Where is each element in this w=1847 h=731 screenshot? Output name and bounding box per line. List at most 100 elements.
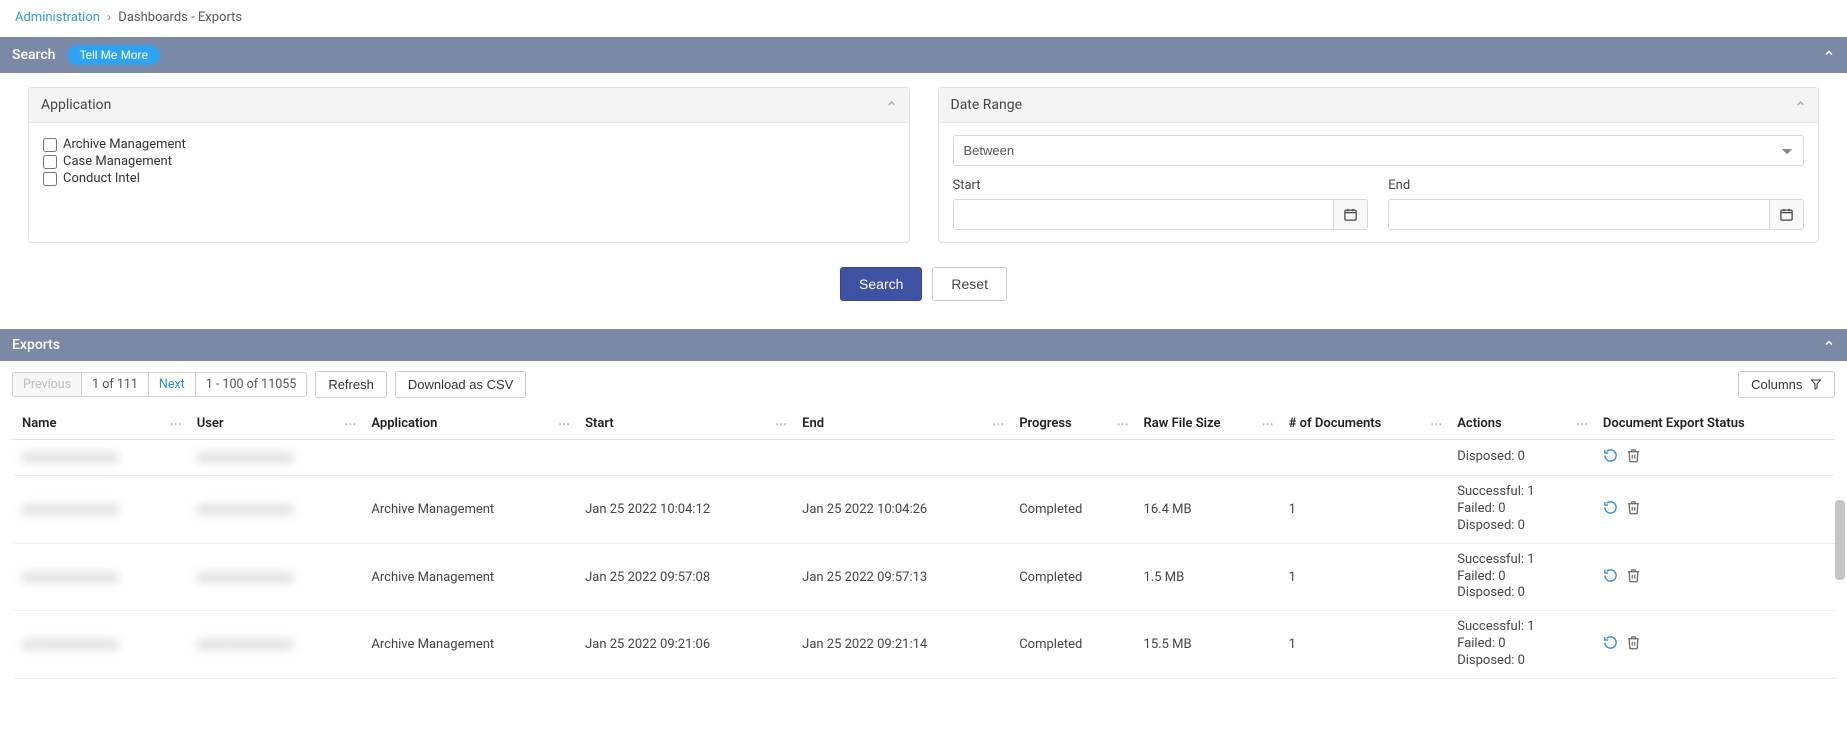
calendar-icon — [1343, 207, 1358, 222]
column-menu-icon[interactable]: ⋯ — [344, 417, 357, 431]
table-row: xxxxxxxxxxxxxxxxxxxxxxxxxxxxxxDisposed: … — [12, 440, 1835, 476]
download-csv-button[interactable]: Download as CSV — [395, 371, 527, 398]
delete-button[interactable] — [1626, 568, 1641, 587]
calendar-icon — [1779, 207, 1794, 222]
application-panel-title: Application — [41, 97, 111, 113]
cell-docs: 1 — [1279, 476, 1448, 544]
cell-end: Jan 25 2022 09:57:13 — [792, 543, 1009, 611]
cell-name: xxxxxxxxxxxxxxx — [12, 476, 187, 544]
column-menu-icon[interactable]: ⋯ — [1576, 417, 1589, 431]
column-menu-icon[interactable]: ⋯ — [170, 417, 183, 431]
table-scrollbar[interactable] — [1835, 444, 1845, 691]
cell-start: Jan 25 2022 09:57:08 — [575, 543, 792, 611]
cell-raw-size: 1.5 MB — [1134, 543, 1279, 611]
column-header[interactable]: Raw File Size⋯ — [1134, 408, 1279, 440]
column-menu-icon[interactable]: ⋯ — [1430, 417, 1443, 431]
start-date-input[interactable] — [954, 200, 1334, 229]
date-mode-select[interactable]: Between — [953, 135, 1805, 166]
date-range-panel-title: Date Range — [951, 97, 1023, 113]
column-header[interactable]: Start⋯ — [575, 408, 792, 440]
trash-icon — [1626, 500, 1641, 515]
pager-page-count: 1 of 111 — [82, 373, 149, 396]
chevron-up-icon — [1795, 98, 1806, 112]
search-collapse-toggle[interactable] — [1823, 47, 1835, 63]
search-section-title: Search — [12, 47, 55, 63]
retry-button[interactable] — [1603, 635, 1618, 654]
column-menu-icon[interactable]: ⋯ — [992, 417, 1005, 431]
column-header[interactable]: Progress⋯ — [1009, 408, 1133, 440]
exports-table-wrap: Name⋯User⋯Application⋯Start⋯End⋯Progress… — [0, 408, 1847, 691]
cell-docs: 1 — [1279, 611, 1448, 679]
retry-button[interactable] — [1603, 500, 1618, 519]
start-date-picker-button[interactable] — [1333, 200, 1367, 229]
application-checkbox-conduct[interactable]: Conduct Intel — [43, 171, 895, 186]
search-button[interactable]: Search — [840, 267, 922, 301]
cell-application: Archive Management — [361, 476, 575, 544]
date-range-panel-header[interactable]: Date Range — [939, 88, 1819, 123]
end-date-picker-button[interactable] — [1769, 200, 1803, 229]
cell-raw-size: 15.5 MB — [1134, 611, 1279, 679]
cell-progress: Completed — [1009, 543, 1133, 611]
column-header[interactable]: Name⋯ — [12, 408, 187, 440]
trash-icon — [1626, 635, 1641, 650]
column-header[interactable]: End⋯ — [792, 408, 1009, 440]
retry-icon — [1603, 568, 1618, 583]
tell-me-more-button[interactable]: Tell Me More — [67, 45, 160, 65]
retry-button[interactable] — [1603, 568, 1618, 587]
checkbox-input[interactable] — [43, 155, 57, 169]
end-date-input[interactable] — [1389, 200, 1769, 229]
cell-export-status — [1593, 543, 1835, 611]
pager-next[interactable]: Next — [149, 373, 196, 396]
table-row: xxxxxxxxxxxxxxxxxxxxxxxxxxxxxxArchive Ma… — [12, 611, 1835, 679]
column-header[interactable]: Actions⋯ — [1447, 408, 1593, 440]
application-panel-header[interactable]: Application — [29, 88, 909, 123]
exports-table: Name⋯User⋯Application⋯Start⋯End⋯Progress… — [12, 408, 1835, 679]
table-row: xxxxxxxxxxxxxxxxxxxxxxxxxxxxxxArchive Ma… — [12, 476, 1835, 544]
reset-button[interactable]: Reset — [932, 267, 1007, 301]
delete-button[interactable] — [1626, 448, 1641, 467]
cell-raw-size: 16.4 MB — [1134, 476, 1279, 544]
cell-docs — [1279, 440, 1448, 476]
column-header[interactable]: User⋯ — [187, 408, 362, 440]
pager-range: 1 - 100 of 11055 — [196, 373, 307, 396]
end-date-label: End — [1388, 178, 1804, 193]
breadcrumb: Administration › Dashboards - Exports — [0, 0, 1847, 31]
cell-end: Jan 25 2022 10:04:26 — [792, 476, 1009, 544]
cell-export-status — [1593, 476, 1835, 544]
cell-user: xxxxxxxxxxxxxxx — [187, 476, 362, 544]
checkbox-input[interactable] — [43, 172, 57, 186]
checkbox-input[interactable] — [43, 138, 57, 152]
filter-icon — [1810, 378, 1822, 390]
refresh-button[interactable]: Refresh — [315, 371, 387, 398]
breadcrumb-current: Dashboards - Exports — [118, 10, 242, 25]
delete-button[interactable] — [1626, 635, 1641, 654]
cell-actions: Successful: 1Failed: 0Disposed: 0 — [1447, 543, 1593, 611]
breadcrumb-root[interactable]: Administration — [15, 10, 100, 25]
column-menu-icon[interactable]: ⋯ — [558, 417, 571, 431]
cell-export-status — [1593, 440, 1835, 476]
cell-raw-size — [1134, 440, 1279, 476]
columns-button[interactable]: Columns — [1738, 371, 1835, 398]
application-checkbox-archive[interactable]: Archive Management — [43, 137, 895, 152]
retry-icon — [1603, 635, 1618, 650]
retry-button[interactable] — [1603, 448, 1618, 467]
column-header[interactable]: Document Export Status — [1593, 408, 1835, 440]
cell-export-status — [1593, 611, 1835, 679]
exports-section-title: Exports — [12, 337, 60, 353]
cell-start: Jan 25 2022 09:21:06 — [575, 611, 792, 679]
exports-collapse-toggle[interactable] — [1823, 337, 1835, 353]
application-checkbox-case[interactable]: Case Management — [43, 154, 895, 169]
scrollbar-thumb[interactable] — [1835, 500, 1845, 580]
cell-end — [792, 440, 1009, 476]
column-menu-icon[interactable]: ⋯ — [775, 417, 788, 431]
cell-user: xxxxxxxxxxxxxxx — [187, 440, 362, 476]
column-header[interactable]: # of Documents⋯ — [1279, 408, 1448, 440]
delete-button[interactable] — [1626, 500, 1641, 519]
column-menu-icon[interactable]: ⋯ — [1117, 417, 1130, 431]
date-range-panel: Date Range Between Start — [938, 87, 1820, 243]
column-header[interactable]: Application⋯ — [361, 408, 575, 440]
cell-start: Jan 25 2022 10:04:12 — [575, 476, 792, 544]
column-menu-icon[interactable]: ⋯ — [1262, 417, 1275, 431]
cell-application: Archive Management — [361, 611, 575, 679]
application-panel: Application Archive Management Case Mana… — [28, 87, 910, 243]
